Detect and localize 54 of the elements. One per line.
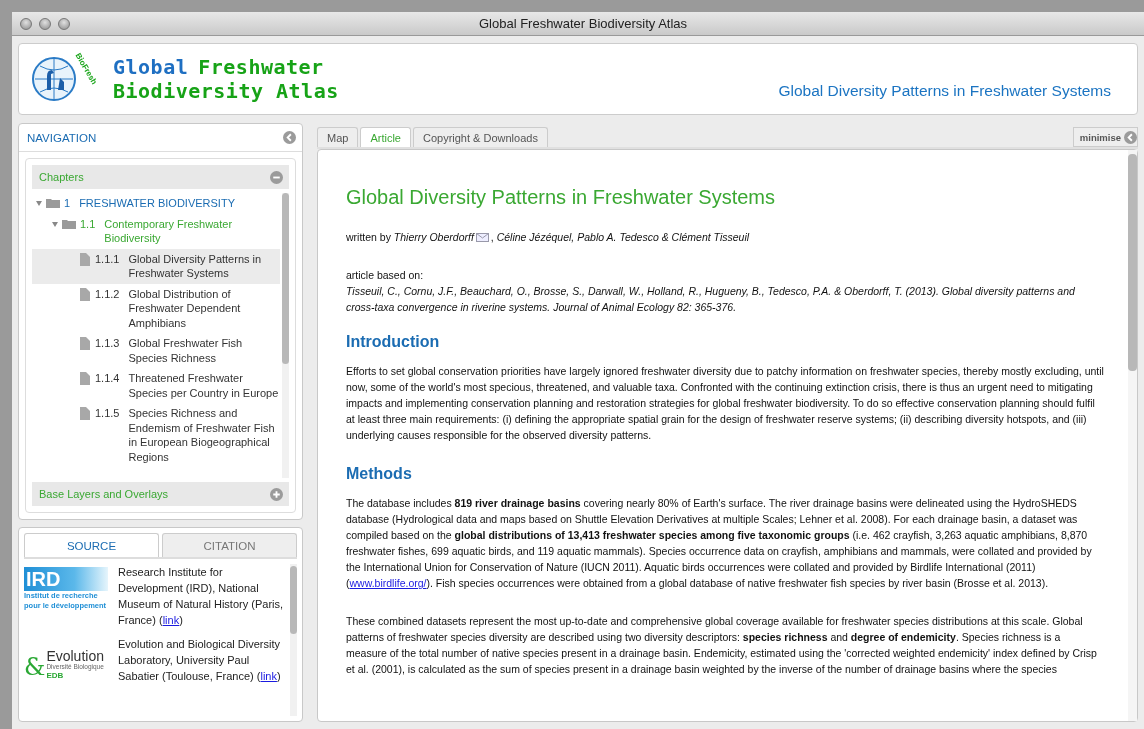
document-icon [80, 372, 90, 385]
document-icon [80, 287, 90, 301]
logo-text: Evolution [46, 649, 104, 663]
label-text: article based on: [346, 268, 425, 283]
author-list: , Céline Jézéquel, Pablo A. Tedesco & Clément Tisseuil [490, 231, 750, 243]
minimise-button[interactable]: minimise [1072, 127, 1138, 147]
scrollbar[interactable] [282, 193, 289, 478]
tree-item[interactable]: 1.1.5 Species Richness and Endemism of Freshwater Fish in European Biogeographical Regions [32, 403, 280, 467]
paragraph: The database includes 819 river drainage basins covering nearly 80% of Earth's surface. The river drainage basins were delineated using the HydroSHEDS database (Hydrological data and maps based on Shuttle Elevation Derivatives at multiple Scales; Lehner et al. 2008). For each drainage basin, a dataset was compiled based on the global distributions of 13,413 freshwater species among five taxonomic groups (i.e. 462 crayfish, 3,263 aquatic amphibians, 8,870 freshwater fishes, 699 aquatic birds, and 119 aquatic mammals). Species occurrence data on crayfish, amphibians and mammals, were collated and provided by the International Union for Conservation of Nature (IUCN 2011). Aquatic birds occurrences were collated and provided by Birdlife International (2011) (www.birdlife.org/). Fish species occurrences were obtained from a global database of native freshwater fish species by river basin (Brosse et al. 2013). [346, 496, 1093, 591]
citation: Tisseuil, C., Cornu, J.F., Beauchard, O., Brosse, S., Darwall, W., Holland, R., Hugueny, B., Tedesco, P.A. & Oberdorff, T. (2013). Global diversity patterns and cross-taxa convergence in riverine systems. Journal of Animal Ecology 82: 365-376. [346, 284, 1076, 315]
folder-icon [46, 198, 60, 208]
tree-item[interactable]: 1.1.4 Threatened Freshwater Species per Country in Europe [32, 368, 280, 403]
source-description: Evolution and Biological Diversity Laboratory, University Paul Sabatier (Toulouse, France) (link) [118, 637, 282, 684]
globe-logo-icon [31, 56, 77, 102]
scrollbar[interactable] [290, 564, 297, 716]
folder-icon [62, 218, 76, 229]
tree-item[interactable]: 1.1.1 Global Diversity Patterns in Freshwater Systems [32, 248, 280, 284]
paragraph: These combined datasets represent the most up-to-date and comprehensive global coverage available for freshwater species distributions at this scale. Global patterns of freshwater species diversity are described using two diversity descriptors: species richness and degree of endemicity. Species richness is a measure of the total number of native species present in a drainage basin. Endemicity, estimated using the 'corrected weighted endemicity' index defined by Crisp et al. (2001), is calculated as the sum of species present in a drainage basin weighted by the inverse of the number of drainage basins where the species [346, 614, 1098, 677]
tree-item[interactable]: 1.1.2 Global Distribution of Freshwater Dependent Amphibians [32, 283, 280, 333]
collapse-icon[interactable] [283, 131, 296, 144]
paragraph: Efforts to set global conservation priorities have largely ignored freshwater diversity due to patchy information on freshwater species, thereby mostly excluding, until now, some of the world's most specious, threatened, and valuable taxa. Confronted with the continuing extinction crisis, there is thus an urgent need to mitigating impacts and implementing conservation planning and restoration strategies for global freshwater biodiversity. To do so effective conservation planning should fulfil at least three main requirements: (i) defining the appropriate spatial grain for the design of freshwater reserve systems; (ii) describing diversity hotspots, and (iii) underlying causes responsible for the observed diversity patterns. [346, 364, 1104, 443]
logo-text: IRD [24, 567, 108, 591]
web-link[interactable]: www.birdlife.org/ [349, 577, 427, 589]
collapse-icon[interactable] [270, 170, 283, 184]
tab[interactable]: Copyright & Downloads [412, 127, 548, 147]
window-title: Global Freshwater Biodiversity Atlas [478, 16, 688, 31]
logo-caption: EDB [46, 671, 65, 680]
section-heading: Methods [346, 465, 413, 483]
byline: written by Thierry Oberdorff [346, 231, 474, 243]
scrollbar[interactable] [1128, 150, 1137, 721]
logo-text: & [24, 654, 46, 680]
article-title: Global Diversity Patterns in Freshwater Systems [346, 186, 777, 209]
page-title: Global Diversity Patterns in Freshwater Systems [778, 82, 1111, 100]
expand-icon[interactable] [270, 487, 283, 501]
mail-icon[interactable] [475, 232, 489, 242]
window-control-icon[interactable] [20, 17, 32, 30]
source-link[interactable]: link [260, 670, 277, 682]
tab[interactable]: Map [317, 127, 359, 147]
document-icon [80, 337, 90, 350]
logo-text: Freshwater [198, 55, 324, 79]
tree-item[interactable]: 1.1.3 Global Freshwater Fish Species Richness [32, 333, 280, 368]
source-description: Research Institute for Development (IRD), National Museum of Natural History (Paris, France) (link) [118, 565, 285, 628]
document-icon [80, 407, 90, 420]
section-heading: Introduction [346, 333, 441, 351]
document-icon [80, 252, 90, 266]
window-control-icon[interactable] [39, 17, 51, 30]
tab[interactable]: SOURCE [24, 533, 159, 557]
logo-text: Global [113, 55, 189, 79]
logo-text: Biodiversity Atlas [113, 79, 339, 103]
source-link[interactable]: link [162, 614, 180, 626]
tree-item[interactable]: 1 FRESHWATER BIODIVERSITY [32, 193, 280, 214]
window-control-icon[interactable] [58, 17, 70, 30]
tab[interactable]: CITATION [162, 533, 297, 557]
panel-title: NAVIGATION [27, 131, 98, 144]
